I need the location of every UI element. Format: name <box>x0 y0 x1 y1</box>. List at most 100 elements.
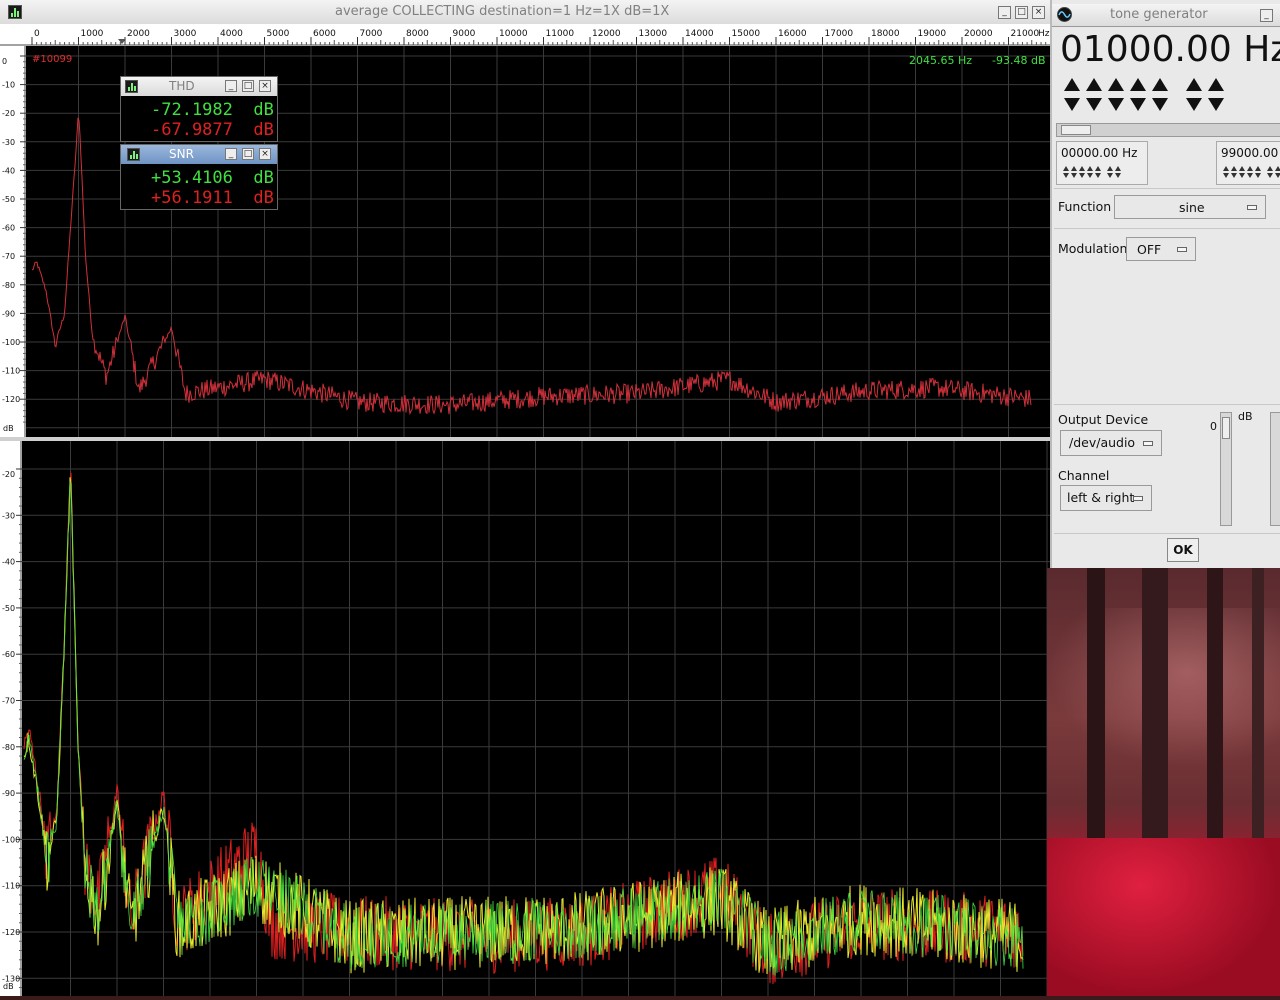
thd-app-icon[interactable] <box>125 80 138 93</box>
step-up-icon[interactable] <box>1231 166 1237 171</box>
db-tick-label: -80 <box>2 281 15 290</box>
digit-7-down-button[interactable] <box>1208 98 1224 111</box>
freq-tick-label: 1000 <box>81 29 104 39</box>
step-down-icon[interactable] <box>1095 173 1101 178</box>
snr-app-icon[interactable] <box>127 148 140 161</box>
step-down-icon[interactable] <box>1087 173 1093 178</box>
output-device-label: Output Device <box>1058 412 1149 427</box>
freq-tick-label: 7000 <box>360 29 383 39</box>
ok-button[interactable]: OK <box>1167 538 1199 562</box>
digit-4-down-button[interactable] <box>1130 98 1146 111</box>
step-up-icon[interactable] <box>1267 166 1273 171</box>
maximize-icon[interactable]: □ <box>242 80 254 92</box>
db-tick-label: -120 <box>2 928 20 937</box>
step-down-icon[interactable] <box>1071 173 1077 178</box>
step-up-icon[interactable] <box>1239 166 1245 171</box>
db-tick-label: -40 <box>2 558 15 567</box>
close-icon[interactable]: × <box>1032 6 1045 19</box>
step-up-icon[interactable] <box>1095 166 1101 171</box>
db-tick-label: -60 <box>2 224 15 233</box>
db-tick-label: -90 <box>2 789 15 798</box>
digit-6-up-button[interactable] <box>1186 78 1202 91</box>
step-down-icon[interactable] <box>1275 173 1280 178</box>
thd-value-green: -72.1982 dB <box>151 100 274 120</box>
min-frequency-box[interactable]: 00000.00 Hz <box>1056 141 1148 185</box>
frequency-slider[interactable] <box>1056 123 1280 137</box>
step-up-icon[interactable] <box>1107 166 1113 171</box>
step-down-icon[interactable] <box>1239 173 1245 178</box>
close-icon[interactable]: × <box>259 80 271 92</box>
step-down-icon[interactable] <box>1115 173 1121 178</box>
digit-4-up-button[interactable] <box>1130 78 1146 91</box>
minimize-icon[interactable]: _ <box>225 80 237 92</box>
analyzer-app-icon[interactable] <box>8 5 22 19</box>
channel-value: left & right <box>1067 490 1135 505</box>
step-up-icon[interactable] <box>1071 166 1077 171</box>
digit-5-up-button[interactable] <box>1152 78 1168 91</box>
step-up-icon[interactable] <box>1063 166 1069 171</box>
freq-tick-label: 18000 <box>871 29 900 39</box>
channel-select[interactable]: left & right <box>1060 485 1152 511</box>
digit-3-down-button[interactable] <box>1108 98 1124 111</box>
volume-slider-right[interactable] <box>1270 412 1280 526</box>
digit-1-down-button[interactable] <box>1064 98 1080 111</box>
ok-button-label: OK <box>1173 543 1193 557</box>
section-divider <box>1054 188 1280 189</box>
volume-slider-handle[interactable] <box>1222 417 1230 439</box>
volume-slider[interactable] <box>1220 412 1232 526</box>
snr-value-red: +56.1911 dB <box>151 188 274 208</box>
spectrum-trace-green <box>23 480 1024 976</box>
digit-3-up-button[interactable] <box>1108 78 1124 91</box>
digit-1-up-button[interactable] <box>1064 78 1080 91</box>
tone-titlebar[interactable]: tone generator _ <box>1052 4 1280 27</box>
step-down-icon[interactable] <box>1063 173 1069 178</box>
digit-7-up-button[interactable] <box>1208 78 1224 91</box>
step-up-icon[interactable] <box>1275 166 1280 171</box>
digit-2-up-button[interactable] <box>1086 78 1102 91</box>
digit-5-down-button[interactable] <box>1152 98 1168 111</box>
output-device-select[interactable]: /dev/audio <box>1060 430 1162 456</box>
tone-app-icon[interactable] <box>1057 7 1072 22</box>
step-down-icon[interactable] <box>1267 173 1273 178</box>
max-frequency-step-arrows[interactable] <box>1223 166 1280 180</box>
step-down-icon[interactable] <box>1223 173 1229 178</box>
frequency-slider-handle[interactable] <box>1061 125 1091 135</box>
max-frequency-box[interactable]: 99000.00 <box>1216 141 1280 185</box>
db-tick-label: -70 <box>2 697 15 706</box>
step-down-icon[interactable] <box>1231 173 1237 178</box>
step-down-icon[interactable] <box>1079 173 1085 178</box>
snr-titlebar[interactable]: SNR _ □ × <box>121 145 277 164</box>
step-up-icon[interactable] <box>1247 166 1253 171</box>
close-icon[interactable]: × <box>259 148 271 160</box>
digit-2-down-button[interactable] <box>1086 98 1102 111</box>
step-down-icon[interactable] <box>1107 173 1113 178</box>
step-up-icon[interactable] <box>1115 166 1121 171</box>
spectrum-plot-bottom[interactable] <box>22 441 1050 996</box>
step-up-icon[interactable] <box>1223 166 1229 171</box>
maximize-icon[interactable]: □ <box>242 148 254 160</box>
spectrum-trace-red <box>23 472 1024 985</box>
freq-tick-label: 8000 <box>406 29 429 39</box>
step-up-icon[interactable] <box>1087 166 1093 171</box>
min-frequency-step-arrows[interactable] <box>1063 166 1143 180</box>
maximize-icon[interactable]: □ <box>1015 6 1028 19</box>
minimize-icon[interactable]: _ <box>225 148 237 160</box>
step-up-icon[interactable] <box>1079 166 1085 171</box>
desktop-wallpaper <box>1047 568 1280 996</box>
step-up-icon[interactable] <box>1255 166 1261 171</box>
frequency-step-controls <box>1062 78 1280 114</box>
min-frequency-value: 00000.00 Hz <box>1061 146 1138 160</box>
freq-tick-label: 13000 <box>639 29 668 39</box>
step-down-icon[interactable] <box>1247 173 1253 178</box>
minimize-icon[interactable]: _ <box>998 6 1011 19</box>
minimize-icon[interactable]: _ <box>1260 9 1273 22</box>
thd-titlebar[interactable]: THD _ □ × <box>121 77 277 96</box>
freq-tick-label: 5000 <box>267 29 290 39</box>
modulation-select-value: OFF <box>1137 242 1162 257</box>
step-down-icon[interactable] <box>1255 173 1261 178</box>
function-select[interactable]: sine <box>1114 195 1266 219</box>
modulation-select[interactable]: OFF <box>1126 237 1196 261</box>
digit-6-down-button[interactable] <box>1186 98 1202 111</box>
db-tick-label: -30 <box>2 138 15 147</box>
analyzer-titlebar[interactable]: average COLLECTING destination=1 Hz=1X d… <box>0 0 1050 25</box>
